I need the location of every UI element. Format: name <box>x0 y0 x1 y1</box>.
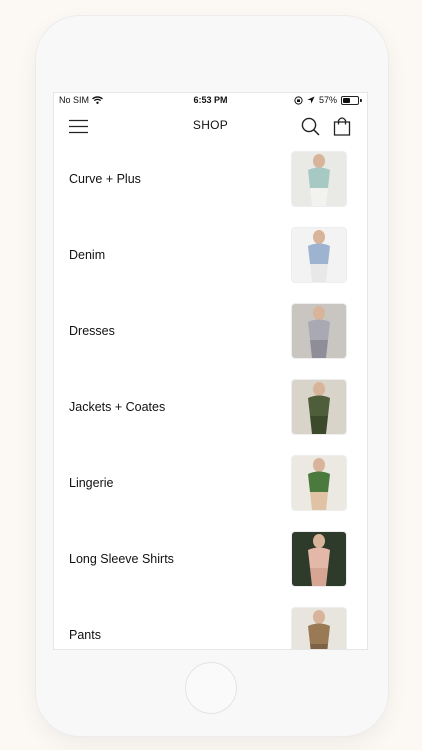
battery-cap <box>360 98 362 102</box>
cart-button[interactable] <box>331 115 353 137</box>
category-row[interactable]: Jackets + Coates <box>54 371 367 447</box>
category-label: Long Sleeve Shirts <box>69 552 174 566</box>
category-thumbnail <box>292 456 346 510</box>
bag-icon <box>333 117 351 136</box>
battery-icon <box>341 95 359 105</box>
category-label: Jackets + Coates <box>69 400 166 414</box>
category-thumbnail <box>292 152 346 206</box>
category-row[interactable]: Dresses <box>54 295 367 371</box>
search-button[interactable] <box>299 115 321 137</box>
nav-bar: SHOP <box>54 109 367 143</box>
category-row[interactable]: Curve + Plus <box>54 143 367 219</box>
category-row[interactable]: Pants <box>54 599 367 649</box>
category-thumbnail <box>292 304 346 358</box>
category-list: Curve + Plus Denim Dresses Jackets + Coates… <box>54 143 367 649</box>
category-row[interactable]: Lingerie <box>54 447 367 523</box>
category-label: Lingerie <box>69 476 114 490</box>
search-icon <box>301 117 320 136</box>
battery-percent: 57% <box>318 95 337 105</box>
category-thumbnail <box>292 380 346 434</box>
home-button[interactable] <box>185 662 237 714</box>
category-thumbnail <box>292 228 346 282</box>
battery-level <box>343 97 350 103</box>
category-row[interactable]: Denim <box>54 219 367 295</box>
category-label: Pants <box>69 628 101 642</box>
category-row[interactable]: Long Sleeve Shirts <box>54 523 367 599</box>
status-right: 57% <box>294 95 362 105</box>
orientation-lock-icon <box>294 95 303 105</box>
status-bar: No SIM 6:53 PM 57% <box>54 93 367 109</box>
category-label: Dresses <box>69 324 115 338</box>
category-thumbnail <box>292 532 346 586</box>
app-screen: No SIM 6:53 PM 57% SHOP Curve + Plus Den… <box>54 93 367 649</box>
location-icon <box>307 96 315 104</box>
category-label: Denim <box>69 248 106 262</box>
category-label: Curve + Plus <box>69 172 141 186</box>
category-thumbnail <box>292 608 346 649</box>
